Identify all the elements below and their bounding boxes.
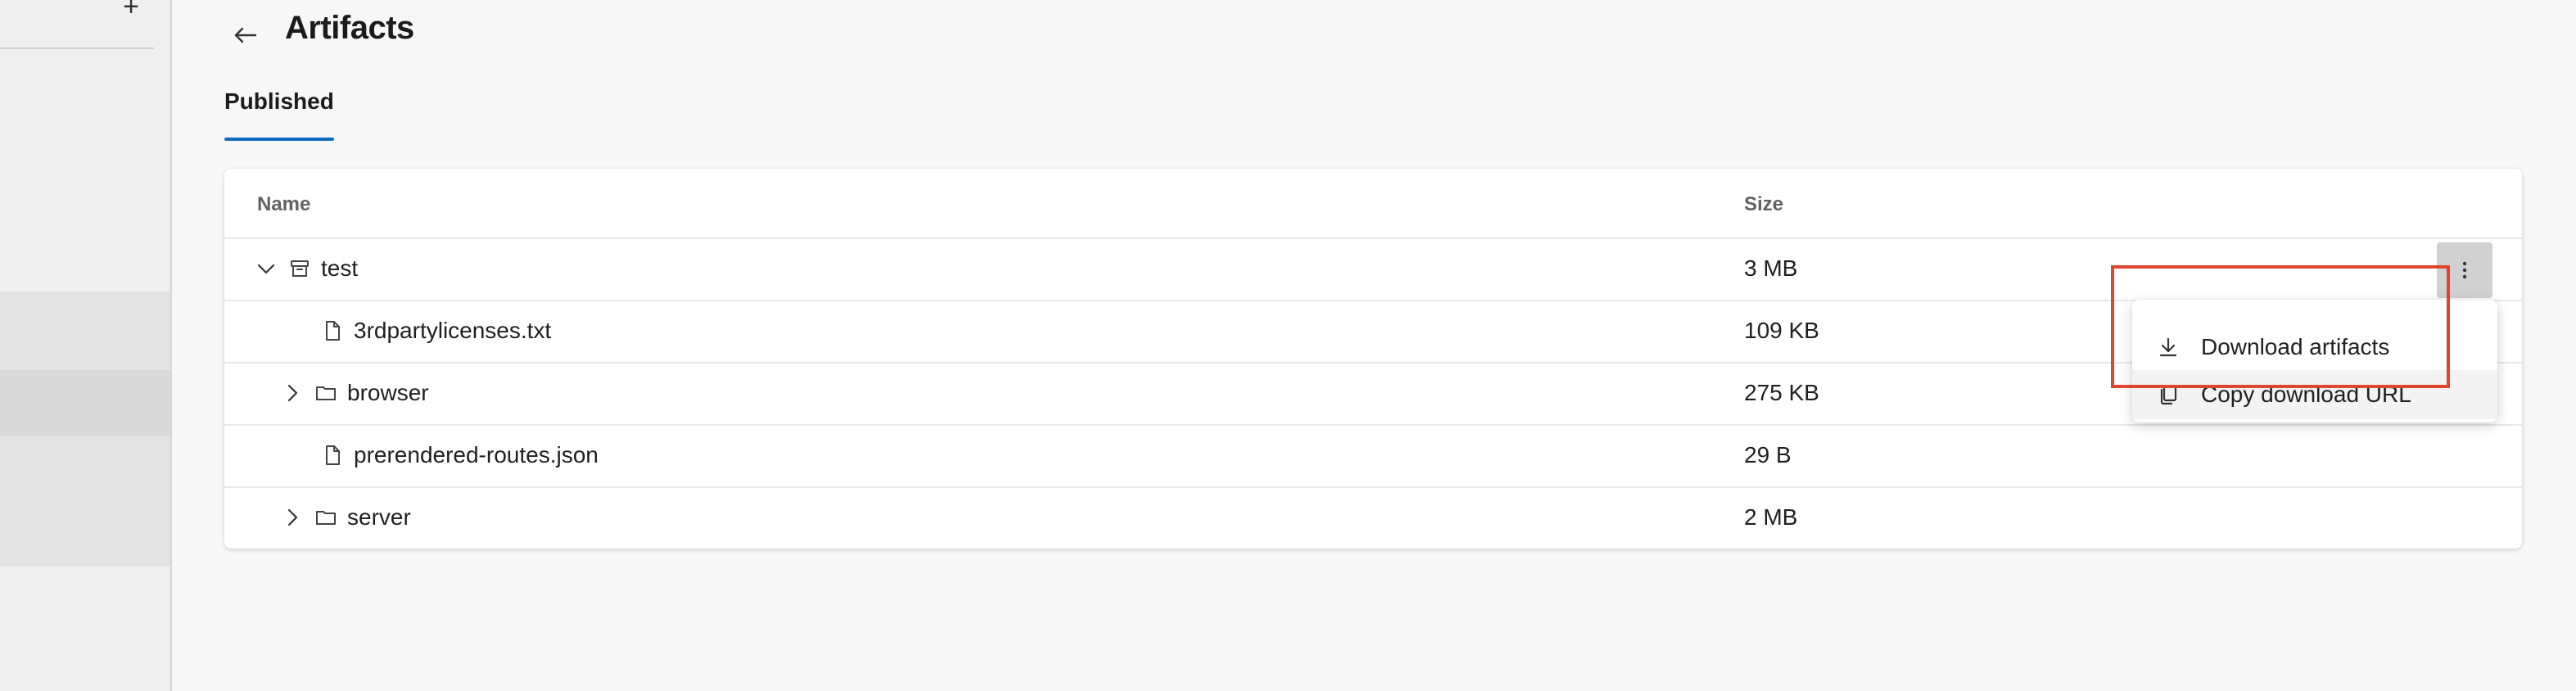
highlight-box: [2111, 265, 2450, 388]
sidebar-divider: [0, 47, 154, 49]
name-cell: browser: [282, 362, 429, 424]
chevron-right-icon[interactable]: [282, 382, 303, 404]
column-header-size[interactable]: Size: [1744, 193, 1783, 216]
row-name[interactable]: test: [321, 255, 358, 282]
size-cell: 2 MB: [1744, 504, 1798, 530]
name-cell: 3rdpartylicenses.txt: [321, 300, 551, 362]
row-name[interactable]: 3rdpartylicenses.txt: [354, 318, 551, 344]
column-header-name[interactable]: Name: [257, 193, 310, 216]
row-name[interactable]: prerendered-routes.json: [354, 442, 599, 468]
name-cell: server: [282, 486, 411, 549]
chevron-down-icon[interactable]: [255, 258, 277, 279]
page-title: Artifacts: [285, 10, 414, 46]
back-arrow-icon[interactable]: [231, 21, 259, 49]
sidebar-item[interactable]: [0, 436, 170, 567]
tab-published[interactable]: Published: [224, 88, 334, 141]
name-cell: prerendered-routes.json: [321, 424, 599, 486]
sidebar-item[interactable]: [0, 291, 170, 370]
size-cell: 109 KB: [1744, 318, 1819, 343]
table-header: Name Size: [224, 169, 2522, 239]
file-icon: [326, 445, 340, 465]
table-row[interactable]: server 2 MB: [224, 486, 2522, 549]
folder-icon: [316, 511, 336, 525]
artifact-icon: [291, 260, 309, 277]
left-sidebar: +: [0, 0, 172, 691]
row-name[interactable]: browser: [347, 380, 429, 406]
sidebar-item-selected[interactable]: [0, 370, 170, 436]
tab-label: Published: [224, 88, 334, 114]
table-row[interactable]: prerendered-routes.json 29 B: [224, 424, 2522, 488]
folder-icon: [316, 386, 336, 400]
add-icon[interactable]: +: [120, 0, 142, 20]
size-cell: 275 KB: [1744, 380, 1819, 405]
name-cell: test: [255, 237, 358, 300]
file-icon: [326, 321, 340, 341]
size-cell: 3 MB: [1744, 255, 1798, 281]
chevron-right-icon[interactable]: [282, 507, 303, 528]
active-tab-indicator: [224, 138, 334, 141]
more-vertical-icon: [2462, 261, 2467, 279]
size-cell: 29 B: [1744, 442, 1792, 467]
row-name[interactable]: server: [347, 504, 411, 531]
